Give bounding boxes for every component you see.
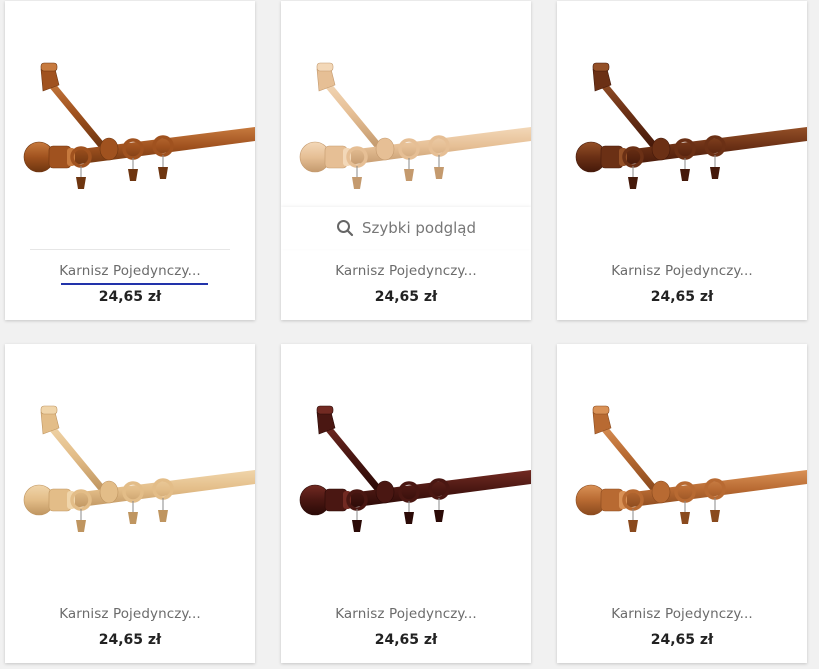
product-info: Karnisz Pojedynczy... 24,65 zł bbox=[5, 249, 255, 320]
product-card[interactable]: Szybki podgląd Karnisz Pojedynczy... 24,65… bbox=[281, 1, 531, 320]
product-title-link[interactable]: Karnisz Pojedynczy... bbox=[281, 606, 531, 622]
product-card[interactable]: Karnisz Pojedynczy... 24,65 zł bbox=[557, 1, 807, 320]
product-card[interactable]: Karnisz Pojedynczy... 24,65 zł bbox=[5, 1, 255, 320]
product-info: Karnisz Pojedynczy... 24,65 zł bbox=[281, 592, 531, 663]
product-price: 24,65 zł bbox=[98, 289, 162, 305]
product-title-link[interactable]: Karnisz Pojedynczy... bbox=[557, 263, 807, 279]
search-icon bbox=[336, 220, 354, 237]
curtain-rod-image bbox=[23, 405, 255, 532]
product-image-link[interactable] bbox=[557, 344, 807, 591]
link-underline bbox=[61, 283, 208, 285]
product-price: 24,65 zł bbox=[98, 632, 162, 648]
quick-view-button[interactable]: Szybki podgląd bbox=[281, 207, 531, 249]
curtain-rod-image bbox=[575, 405, 807, 532]
product-card[interactable]: Karnisz Pojedynczy... 24,65 zł bbox=[281, 344, 531, 663]
product-price: 24,65 zł bbox=[374, 632, 438, 648]
product-info: Karnisz Pojedynczy... 24,65 zł bbox=[557, 249, 807, 320]
product-card[interactable]: Karnisz Pojedynczy... 24,65 zł bbox=[557, 344, 807, 663]
product-price: 24,65 zł bbox=[650, 289, 714, 305]
product-title-link[interactable]: Karnisz Pojedynczy... bbox=[281, 263, 531, 279]
product-image-link[interactable] bbox=[5, 1, 255, 248]
product-title-link[interactable]: Karnisz Pojedynczy... bbox=[557, 606, 807, 622]
product-image-link[interactable] bbox=[557, 1, 807, 248]
curtain-rod-image bbox=[299, 405, 531, 532]
product-title-link[interactable]: Karnisz Pojedynczy... bbox=[5, 606, 255, 622]
product-info: Karnisz Pojedynczy... 24,65 zł bbox=[281, 249, 531, 320]
curtain-rod-image bbox=[575, 62, 807, 189]
product-card[interactable]: Karnisz Pojedynczy... 24,65 zł bbox=[5, 344, 255, 663]
product-info: Karnisz Pojedynczy... 24,65 zł bbox=[557, 592, 807, 663]
product-title-link[interactable]: Karnisz Pojedynczy... bbox=[5, 263, 255, 279]
product-image-link[interactable] bbox=[5, 344, 255, 591]
quick-view-label: Szybki podgląd bbox=[361, 219, 477, 237]
product-price: 24,65 zł bbox=[650, 632, 714, 648]
product-info: Karnisz Pojedynczy... 24,65 zł bbox=[5, 592, 255, 663]
curtain-rod-image bbox=[23, 62, 255, 189]
divider bbox=[30, 249, 230, 250]
product-price: 24,65 zł bbox=[374, 289, 438, 305]
product-image-link[interactable] bbox=[281, 344, 531, 591]
